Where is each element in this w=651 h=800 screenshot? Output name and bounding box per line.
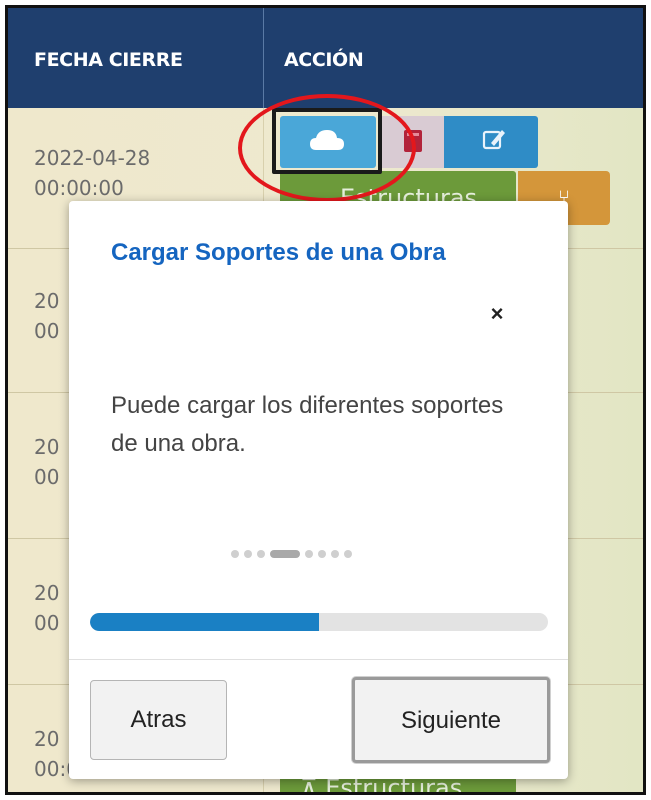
table-row-date: 2022-04-28 00:00:00 (34, 143, 150, 203)
step-dot[interactable] (318, 550, 326, 558)
edit-button[interactable] (444, 116, 538, 168)
close-icon[interactable]: × (482, 299, 512, 329)
table-header: FECHA CIERRE ACCIÓN (8, 8, 643, 108)
column-header-fecha-cierre: FECHA CIERRE (34, 49, 183, 71)
screenshot-frame: FECHA CIERRE ACCIÓN 2022-04-28 00:00:00 … (5, 5, 646, 795)
step-dot[interactable] (244, 550, 252, 558)
next-button[interactable]: Siguiente (352, 677, 550, 763)
time-value: 00:00:00 (34, 176, 124, 200)
table-row-date: 20 00 (34, 578, 59, 638)
step-dot[interactable] (231, 550, 239, 558)
progress-bar (90, 613, 548, 631)
header-divider (263, 8, 264, 108)
time-value: 00 (34, 319, 60, 343)
step-dot-active[interactable] (270, 550, 300, 558)
tour-description: Puede cargar los diferentes soportes de … (111, 392, 504, 457)
date-value: 20 (34, 289, 60, 313)
step-dot[interactable] (331, 550, 339, 558)
table-row-date: 20 00 (34, 432, 59, 492)
edit-icon (482, 130, 505, 150)
back-button[interactable]: Atras (90, 680, 227, 760)
date-value: 2022-04-28 (34, 146, 151, 170)
time-value: 00 (34, 465, 60, 489)
tour-title: Cargar Soportes de una Obra (111, 239, 446, 266)
date-value: 20 (34, 435, 60, 459)
progress-fill (90, 613, 319, 631)
tour-dialog: Cargar Soportes de una Obra × Puede carg… (69, 201, 568, 779)
date-value: 20 (34, 581, 60, 605)
table-row-date: 20 00 (34, 286, 59, 346)
time-value: 00 (34, 611, 60, 635)
step-dot[interactable] (344, 550, 352, 558)
step-indicator (231, 549, 352, 559)
column-header-accion: ACCIÓN (284, 49, 364, 71)
step-dot[interactable] (257, 550, 265, 558)
annotation-circle (238, 94, 416, 202)
footer-divider (69, 659, 568, 660)
step-dot[interactable] (305, 550, 313, 558)
